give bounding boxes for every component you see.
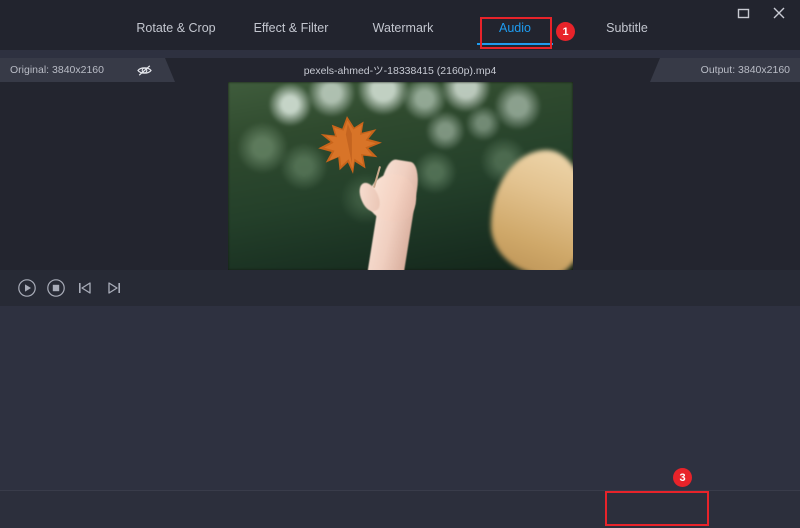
transport-buttons: [16, 277, 125, 299]
output-resolution-chip: Output: 3840x2160: [650, 58, 800, 82]
previous-frame-icon[interactable]: [74, 277, 96, 299]
tab-rotate-crop[interactable]: Rotate & Crop: [117, 16, 235, 45]
callout-badge-3: 3: [673, 468, 692, 487]
player-control-bar: 00:00:03.24/00:00:05.00: [0, 270, 800, 306]
dialog-footer: OK Cancel: [0, 491, 800, 528]
video-preview[interactable]: [228, 82, 573, 270]
output-resolution-label: Output: 3840x2160: [701, 64, 790, 76]
original-resolution-label: Original: 3840x2160: [10, 64, 104, 76]
callout-badge-1: 1: [556, 22, 575, 41]
play-icon[interactable]: [16, 277, 38, 299]
maple-leaf: [313, 111, 387, 180]
tab-bar: Rotate & Crop Effect & Filter Watermark …: [0, 16, 800, 50]
tab-watermark[interactable]: Watermark: [347, 16, 459, 45]
file-info-bar: pexels-ahmed-ツ-18338415 (2160p).mp4 Orig…: [0, 58, 800, 82]
preview-area: [0, 82, 800, 270]
tab-audio[interactable]: Audio: [459, 16, 571, 45]
audio-settings-panel: Audio Track: Audio Track Disabled + Volu…: [0, 306, 800, 490]
title-bar: Rotate & Crop Effect & Filter Watermark …: [0, 0, 800, 50]
video-editor-dialog: Rotate & Crop Effect & Filter Watermark …: [0, 0, 800, 528]
tab-effect-filter[interactable]: Effect & Filter: [235, 16, 347, 45]
tab-subtitle[interactable]: Subtitle: [571, 16, 683, 45]
eye-slash-icon[interactable]: [136, 62, 153, 79]
next-frame-icon[interactable]: [103, 277, 125, 299]
stop-icon[interactable]: [45, 277, 67, 299]
